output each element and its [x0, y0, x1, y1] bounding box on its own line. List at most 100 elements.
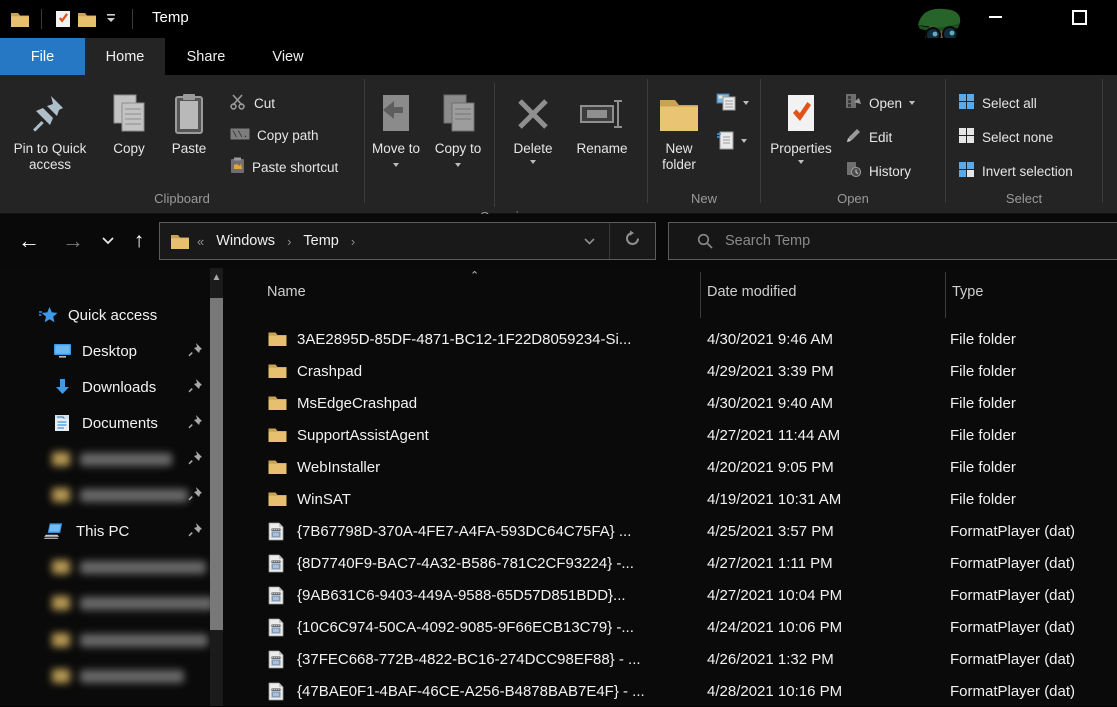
- address-bar[interactable]: « Windows › Temp ›: [159, 222, 656, 260]
- back-button[interactable]: ←: [12, 214, 46, 268]
- dat-file-icon: [268, 554, 288, 573]
- navigation-bar: ← → ↑ « Windows › Temp ›: [0, 214, 1117, 268]
- edit-button[interactable]: Edit: [841, 123, 919, 151]
- tab-home[interactable]: Home: [85, 38, 165, 75]
- forward-button[interactable]: →: [56, 214, 90, 268]
- folder-icon: [268, 491, 288, 507]
- paste-shortcut-button[interactable]: Paste shortcut: [226, 153, 342, 181]
- breadcrumb-temp[interactable]: Temp: [303, 233, 338, 249]
- pin-icon: [188, 378, 203, 397]
- file-row[interactable]: WebInstaller4/20/2021 9:05 PMFile folder: [250, 451, 1117, 483]
- maximize-button[interactable]: [1056, 0, 1102, 34]
- search-box[interactable]: [668, 222, 1117, 260]
- sidebar-item-redacted[interactable]: [0, 659, 210, 693]
- sidebar-item-redacted[interactable]: [0, 623, 210, 657]
- up-button[interactable]: ↑: [124, 214, 154, 268]
- qat-properties-button[interactable]: [51, 7, 75, 31]
- file-row[interactable]: {9AB631C6-9403-449A-9588-65D57D851BDD}..…: [250, 579, 1117, 611]
- new-item-icon: [716, 93, 736, 114]
- open-button[interactable]: Open: [841, 89, 919, 117]
- file-row[interactable]: 3AE2895D-85DF-4871-BC12-1F22D8059234-Si.…: [250, 323, 1117, 355]
- delete-button[interactable]: Delete: [500, 83, 566, 168]
- file-type: FormatPlayer (dat): [945, 523, 1117, 540]
- downloads-label: Downloads: [82, 379, 156, 396]
- move-to-button[interactable]: Move to: [365, 83, 427, 177]
- ribbon-inner-divider: [494, 83, 495, 207]
- column-divider[interactable]: [700, 272, 701, 318]
- file-name: {9AB631C6-9403-449A-9588-65D57D851BDD}..…: [297, 587, 626, 604]
- invert-selection-label: Invert selection: [982, 164, 1073, 179]
- sidebar-item-desktop[interactable]: Desktop: [0, 334, 210, 368]
- sidebar-item-downloads[interactable]: Downloads: [0, 370, 210, 404]
- minimize-button[interactable]: [972, 0, 1018, 34]
- breadcrumb-windows[interactable]: Windows: [216, 233, 275, 249]
- refresh-button[interactable]: [610, 230, 655, 252]
- dat-file-icon: [268, 650, 288, 669]
- paste-button[interactable]: Paste: [158, 83, 220, 161]
- address-dropdown-chevron[interactable]: [570, 232, 609, 250]
- invert-selection-icon: [958, 161, 975, 181]
- invert-selection-button[interactable]: Invert selection: [954, 157, 1077, 185]
- file-row[interactable]: WinSAT4/19/2021 10:31 AMFile folder: [250, 483, 1117, 515]
- sidebar-item-documents[interactable]: Documents: [0, 406, 210, 440]
- qat-new-folder-button[interactable]: [75, 7, 99, 31]
- tab-share[interactable]: Share: [165, 38, 247, 75]
- qat-customize-chevron[interactable]: [99, 7, 123, 31]
- copy-to-button[interactable]: Copy to: [427, 83, 489, 177]
- scroll-up-arrow[interactable]: ▲: [210, 272, 223, 283]
- breadcrumb-chevron[interactable]: ›: [351, 234, 355, 249]
- ribbon-group-new: New folder New: [648, 75, 760, 213]
- tab-view[interactable]: View: [247, 38, 329, 75]
- file-row[interactable]: {8D7740F9-BAC7-4A32-B586-781C2CF93224} -…: [250, 547, 1117, 579]
- file-row[interactable]: {47BAE0F1-4BAF-46CE-A256-B4878BAB7E4F} -…: [250, 675, 1117, 707]
- pin-icon: [188, 342, 203, 361]
- file-name: {10C6C974-50CA-4092-9085-9F66ECB13C79} -…: [297, 619, 634, 636]
- rename-button[interactable]: Rename: [566, 83, 638, 161]
- dat-file-icon: [268, 618, 288, 637]
- breadcrumb-chevron[interactable]: ›: [287, 234, 291, 249]
- pin-to-quick-access-button[interactable]: Pin to Quick access: [0, 83, 100, 177]
- file-row[interactable]: MsEdgeCrashpad4/30/2021 9:40 AMFile fold…: [250, 387, 1117, 419]
- sidebar-item-redacted[interactable]: [0, 478, 210, 512]
- easy-access-button[interactable]: [712, 127, 753, 155]
- column-header-date-modified[interactable]: Date modified: [707, 284, 796, 300]
- copy-label: Copy: [113, 141, 145, 157]
- ribbon-group-open: Properties Open Edit: [761, 75, 945, 213]
- sidebar-item-redacted[interactable]: [0, 442, 210, 476]
- ribbon-group-select: Select all Select none Invert selection …: [946, 75, 1102, 213]
- file-type: File folder: [945, 459, 1117, 476]
- paste-shortcut-label: Paste shortcut: [252, 160, 338, 175]
- file-row[interactable]: SupportAssistAgent4/27/2021 11:44 AMFile…: [250, 419, 1117, 451]
- select-none-button[interactable]: Select none: [954, 123, 1077, 151]
- new-item-button[interactable]: [712, 89, 753, 117]
- file-row[interactable]: {10C6C974-50CA-4092-9085-9F66ECB13C79} -…: [250, 611, 1117, 643]
- this-pc-icon: [44, 522, 64, 540]
- sidebar-scrollbar[interactable]: ▲: [210, 268, 223, 706]
- copy-button[interactable]: Copy: [100, 83, 158, 161]
- folder-icon: [268, 363, 288, 379]
- dropdown-chevron: [743, 101, 749, 105]
- column-header-name[interactable]: Name: [267, 284, 306, 300]
- sidebar-item-redacted[interactable]: [0, 586, 210, 620]
- cut-label: Cut: [254, 96, 275, 111]
- file-row[interactable]: {37FEC668-772B-4822-BC16-274DCC98EF88} -…: [250, 643, 1117, 675]
- copy-path-button[interactable]: \\... Copy path: [226, 121, 342, 149]
- file-row[interactable]: {7B67798D-370A-4FE7-A4FA-593DC64C75FA} .…: [250, 515, 1117, 547]
- history-button[interactable]: History: [841, 157, 919, 185]
- sidebar-item-quick-access[interactable]: Quick access: [0, 298, 210, 332]
- column-divider[interactable]: [945, 272, 946, 318]
- sidebar-item-redacted[interactable]: [0, 550, 210, 584]
- new-folder-button[interactable]: New folder: [648, 83, 710, 177]
- properties-button[interactable]: Properties: [761, 83, 841, 168]
- search-input[interactable]: [725, 233, 1055, 249]
- tab-file[interactable]: File: [0, 38, 85, 75]
- recent-locations-chevron[interactable]: [96, 214, 120, 268]
- cut-button[interactable]: Cut: [226, 89, 342, 117]
- open-icon: [845, 93, 862, 113]
- breadcrumb-collapsed[interactable]: «: [197, 234, 204, 249]
- select-all-button[interactable]: Select all: [954, 89, 1077, 117]
- sidebar-item-this-pc[interactable]: This PC: [0, 514, 210, 548]
- column-header-type[interactable]: Type: [952, 284, 983, 300]
- file-row[interactable]: Crashpad4/29/2021 3:39 PMFile folder: [250, 355, 1117, 387]
- scrollbar-thumb[interactable]: [210, 298, 223, 630]
